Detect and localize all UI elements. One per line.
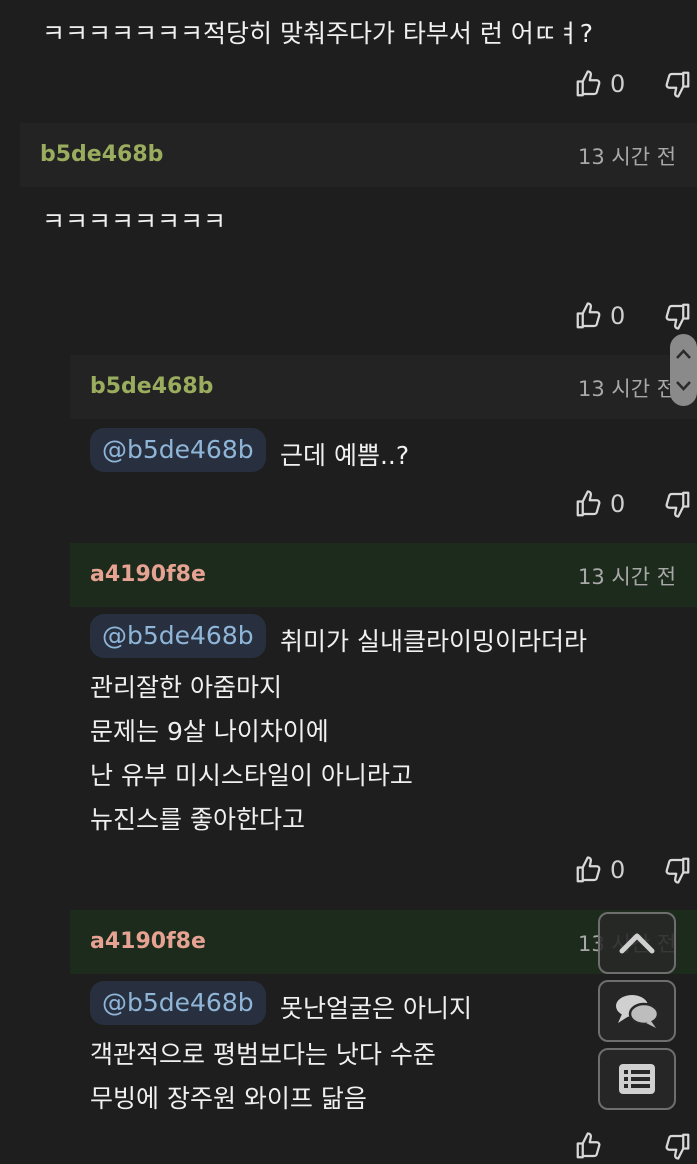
thumbs-up-icon[interactable] [574, 1131, 604, 1161]
comment-author[interactable]: b5de468b [40, 142, 163, 167]
reply-author[interactable]: b5de468b [90, 374, 213, 399]
like-count: 0 [610, 302, 626, 330]
like-count: 0 [610, 490, 626, 518]
reply-text-line: 무빙에 장주원 와이프 닮음 [90, 1084, 367, 1113]
comments-button[interactable] [598, 980, 676, 1042]
thumbs-up-icon[interactable] [574, 69, 604, 99]
reply-text-line: 취미가 실내클라이밍이라더라 [280, 627, 587, 656]
chat-bubbles-icon [616, 995, 660, 1028]
mention-tag[interactable]: @b5de468b [90, 981, 266, 1025]
vote-bar [574, 1128, 692, 1164]
comment-time: 13 시간 전 [578, 145, 677, 169]
vote-bar: 0 [574, 852, 692, 888]
scrollbar-thumb[interactable] [670, 334, 697, 406]
scroll-top-button[interactable] [598, 912, 676, 974]
thumbs-up-icon[interactable] [574, 489, 604, 519]
vote-bar: 0 [574, 486, 692, 522]
reply-text-line: 관리잘한 아줌마지 [90, 673, 282, 702]
comment-text: ㅋㅋㅋㅋㅋㅋㅋ적당히 맞춰주다가 타부서 런 어ㄸㅕ? [42, 19, 594, 48]
reply-author[interactable]: a4190f8e [90, 929, 206, 954]
chevron-up-icon [619, 933, 655, 954]
list-icon [619, 1064, 655, 1094]
vote-bar: 0 [574, 298, 692, 334]
thumbs-down-icon[interactable] [662, 855, 692, 885]
mention-tag[interactable]: @b5de468b [90, 428, 266, 472]
reply-text-line: 뉴진스를 좋아한다고 [90, 805, 305, 834]
vote-bar: 0 [574, 66, 692, 102]
reply-time: 13 시간 전 [578, 565, 677, 589]
mention-tag[interactable]: @b5de468b [90, 614, 266, 658]
reply-time: 13 시간 전 [578, 377, 677, 401]
comment-text: ㅋㅋㅋㅋㅋㅋㅋㅋ [42, 207, 227, 236]
thumbs-up-icon[interactable] [574, 855, 604, 885]
thumbs-down-icon[interactable] [662, 1131, 692, 1161]
reply-text-line: 근데 예쁨..? [280, 441, 410, 470]
thumbs-down-icon[interactable] [662, 301, 692, 331]
reply-author[interactable]: a4190f8e [90, 562, 206, 587]
reply-text-line: 객관적으로 평범보다는 낫다 수준 [90, 1040, 436, 1069]
thumbs-down-icon[interactable] [662, 489, 692, 519]
thumbs-up-icon[interactable] [574, 301, 604, 331]
like-count: 0 [610, 856, 626, 884]
reply-text-line: 난 유부 미시스타일이 아니라고 [90, 761, 413, 790]
list-button[interactable] [598, 1048, 676, 1110]
reply-text-line: 못난얼굴은 아니지 [280, 994, 472, 1023]
like-count: 0 [610, 70, 626, 98]
thumbs-down-icon[interactable] [662, 69, 692, 99]
reply-text-line: 문제는 9살 나이차이에 [90, 717, 329, 746]
